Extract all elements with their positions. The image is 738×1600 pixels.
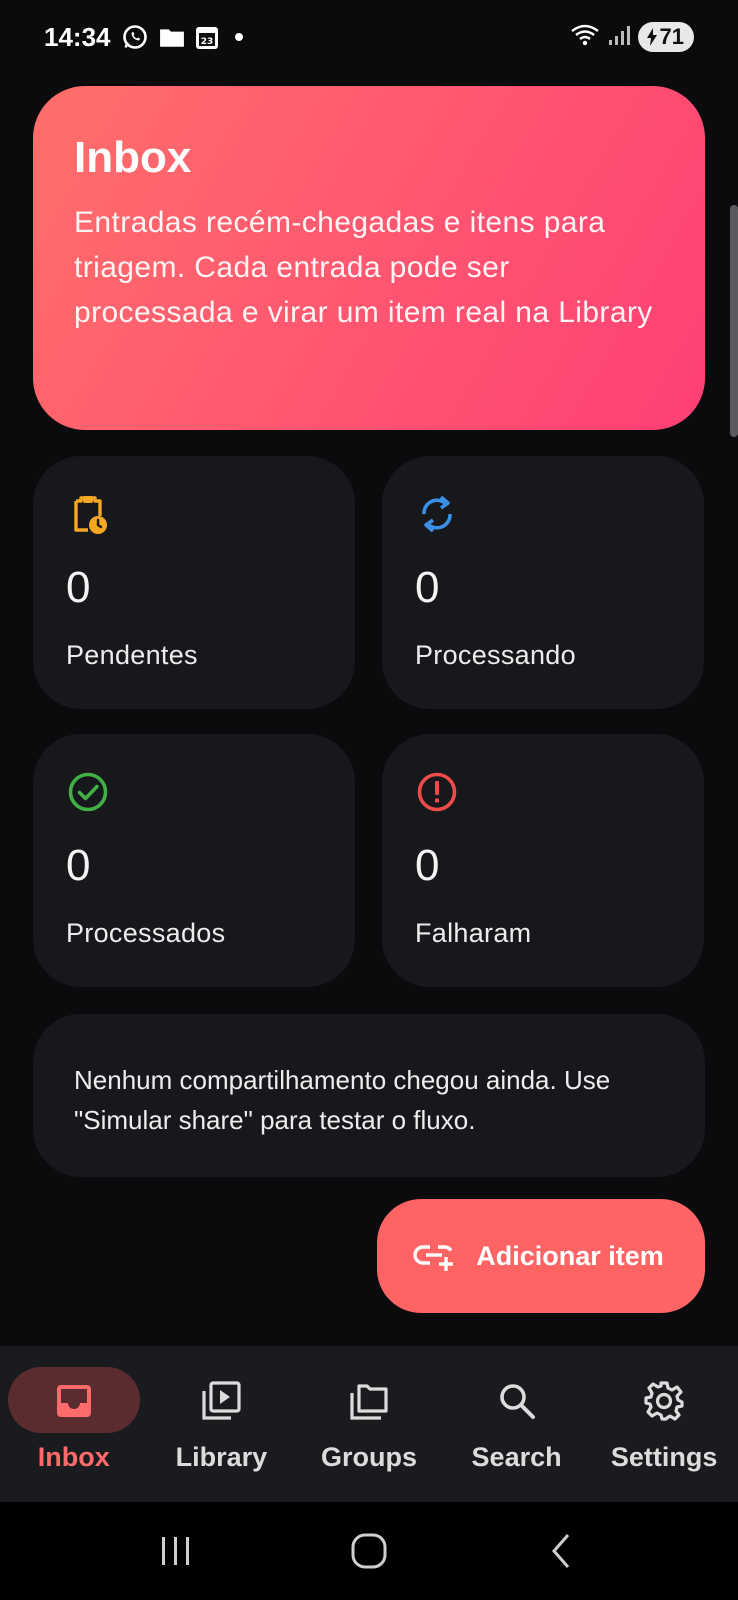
nav-item-search[interactable]: Search <box>443 1346 591 1502</box>
scrollbar-thumb[interactable] <box>730 205 738 437</box>
stat-label: Pendentes <box>66 640 198 670</box>
home-icon[interactable] <box>349 1531 389 1571</box>
error-circle-icon <box>417 772 457 812</box>
stat-card-processados[interactable]: 0 Processados <box>33 734 355 987</box>
svg-text:23: 23 <box>200 37 213 47</box>
nav-label: Inbox <box>37 1442 110 1472</box>
charging-bolt-icon <box>646 28 657 46</box>
stat-value: 0 <box>415 841 440 890</box>
nav-item-groups[interactable]: Groups <box>295 1346 443 1502</box>
folders-icon <box>350 1384 388 1420</box>
nav-label: Groups <box>320 1442 417 1472</box>
search-icon <box>499 1384 535 1419</box>
stat-card-processando[interactable]: 0 Processando <box>382 456 704 709</box>
nav-item-library[interactable]: Library <box>148 1346 296 1502</box>
gear-icon <box>644 1381 684 1421</box>
video-library-icon <box>202 1381 241 1420</box>
add-link-icon <box>413 1245 454 1271</box>
sync-icon <box>422 495 452 533</box>
system-navigation-bar <box>0 1502 738 1600</box>
bottom-navigation: Inbox Library Groups Search Settings <box>0 1346 738 1502</box>
battery-indicator: 71 <box>637 22 694 52</box>
inbox-icon <box>56 1385 91 1417</box>
whatsapp-icon <box>121 23 149 51</box>
wifi-icon <box>570 23 600 52</box>
stat-label: Falharam <box>415 918 532 948</box>
clipboard-clock-icon <box>74 496 107 534</box>
nav-item-inbox[interactable]: Inbox <box>0 1346 148 1502</box>
nav-label: Library <box>175 1442 268 1472</box>
page-description: Entradas recém-chegadas e itens para tri… <box>74 206 653 330</box>
empty-state-card: Nenhum compartilhamento chegou ainda. Us… <box>33 1014 705 1177</box>
status-left: 14:34 23 <box>44 22 249 53</box>
stat-card-falharam[interactable]: 0 Falharam <box>382 734 704 987</box>
stat-value: 0 <box>66 841 91 890</box>
stat-value: 0 <box>66 563 91 612</box>
notification-dot-icon <box>229 27 249 47</box>
page-title: Inbox <box>74 133 192 182</box>
stat-label: Processando <box>415 640 576 670</box>
status-bar: 14:34 23 71 <box>0 0 738 74</box>
status-right: 71 <box>570 22 694 52</box>
recent-apps-icon[interactable] <box>156 1533 196 1569</box>
nav-item-settings[interactable]: Settings <box>590 1346 738 1502</box>
nav-label: Settings <box>610 1442 718 1472</box>
signal-icon <box>608 24 630 51</box>
stat-value: 0 <box>415 563 440 612</box>
inbox-hero-card: Inbox Entradas recém-chegadas e itens pa… <box>33 86 705 430</box>
status-time: 14:34 <box>44 21 111 52</box>
stat-label: Processados <box>66 918 226 948</box>
calendar-icon: 23 <box>195 24 219 50</box>
add-item-button[interactable]: Adicionar item <box>377 1199 705 1313</box>
folder-icon <box>159 26 185 48</box>
battery-level: 71 <box>659 24 684 49</box>
nav-label: Search <box>471 1442 562 1472</box>
empty-state-text: Nenhum compartilhamento chegou ainda. Us… <box>74 1065 611 1135</box>
add-item-label: Adicionar item <box>476 1240 664 1271</box>
check-circle-icon <box>68 772 108 812</box>
stat-card-pendentes[interactable]: 0 Pendentes <box>33 456 355 709</box>
back-icon[interactable] <box>542 1531 582 1571</box>
